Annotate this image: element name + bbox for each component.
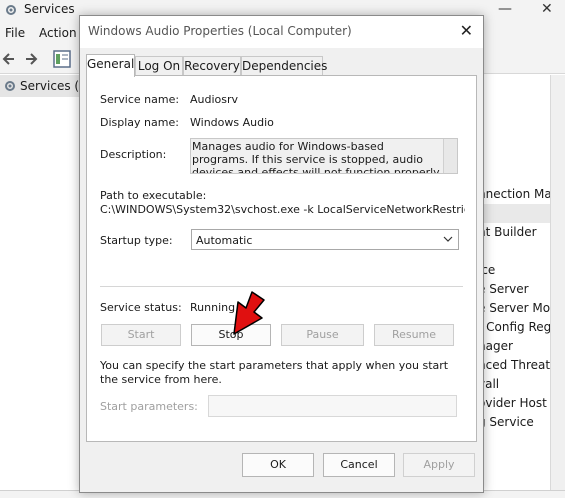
startup-type-label: Startup type: [100,234,173,247]
close-icon[interactable]: ✕ [541,1,553,17]
path-value: C:\WINDOWS\System32\svchost.exe -k Local… [100,203,465,216]
list-item[interactable]: nced Threat [478,356,550,375]
list-item[interactable]: nt Builder [478,223,550,242]
dialog-title: Windows Audio Properties (Local Computer… [88,24,352,38]
gear-icon [5,81,15,91]
properties-dialog: Windows Audio Properties (Local Computer… [79,15,484,493]
list-item[interactable]: e Server Mon [478,299,550,318]
startup-type-value: Automatic [196,234,253,247]
ok-button[interactable]: OK [242,453,314,477]
tab-dependencies[interactable]: Dependencies [241,56,327,76]
services-list: nnection Ma nt Builder ice e Server e Se… [478,75,550,498]
list-item[interactable]: ovider Host S [478,394,550,413]
list-item[interactable]: g Service [478,413,550,432]
chevron-down-icon [443,236,453,242]
list-item[interactable]: nnection Ma [478,185,550,204]
description-text: Manages audio for Windows-based programs… [192,140,442,174]
tab-general[interactable]: General [86,54,135,77]
list-item[interactable]: nager [478,337,550,356]
tree-item-services[interactable]: Services (Loc [0,75,100,97]
gear-icon [6,5,16,15]
services-scrollbar[interactable] [550,75,565,498]
apply-button[interactable]: Apply [403,453,475,477]
service-name-label: Service name: [100,93,180,106]
start-params-input[interactable] [208,395,457,417]
list-item[interactable]: vall [478,375,550,394]
menu-file[interactable]: File [5,26,25,40]
list-item[interactable]: ice [478,261,550,280]
path-label: Path to executable: [100,189,207,202]
minimize-icon[interactable]: — [498,1,512,17]
console-tree-icon[interactable] [53,50,71,68]
display-name-label: Display name: [100,116,179,129]
dialog-titlebar: Windows Audio Properties (Local Computer… [80,16,483,48]
start-params-label: Start parameters: [100,400,198,413]
description-box[interactable]: Manages audio for Windows-based programs… [190,138,458,174]
tab-recovery[interactable]: Recovery [183,56,241,76]
start-button[interactable]: Start [101,324,181,346]
resume-button[interactable]: Resume [374,324,454,346]
separator [100,286,463,287]
list-item[interactable] [478,242,550,261]
description-label: Description: [100,148,167,161]
cancel-button[interactable]: Cancel [323,453,395,477]
back-arrow-icon[interactable] [2,52,16,66]
forward-arrow-icon[interactable] [24,52,38,66]
pointer-arrow-icon [233,291,265,335]
display-name-value: Windows Audio [190,116,274,129]
tab-log-on[interactable]: Log On [135,56,183,76]
services-title: Services [24,2,75,16]
close-icon[interactable]: ✕ [460,21,473,40]
list-item[interactable]: e Server [478,280,550,299]
service-name-value: Audiosrv [190,93,239,106]
general-panel: Service name: Audiosrv Display name: Win… [86,75,477,442]
services-tree: Services (Loc [0,75,100,498]
pause-button[interactable]: Pause [281,324,364,346]
list-item[interactable]: r [478,432,550,451]
startup-type-select[interactable]: Automatic [191,229,459,250]
description-scrollbar[interactable] [443,139,457,173]
service-status-label: Service status: [100,301,182,314]
start-params-hint: You can specify the start parameters tha… [100,359,449,386]
list-item[interactable] [478,204,550,223]
menu-action[interactable]: Action [39,26,77,40]
list-item[interactable]: - Config Reg [478,318,550,337]
